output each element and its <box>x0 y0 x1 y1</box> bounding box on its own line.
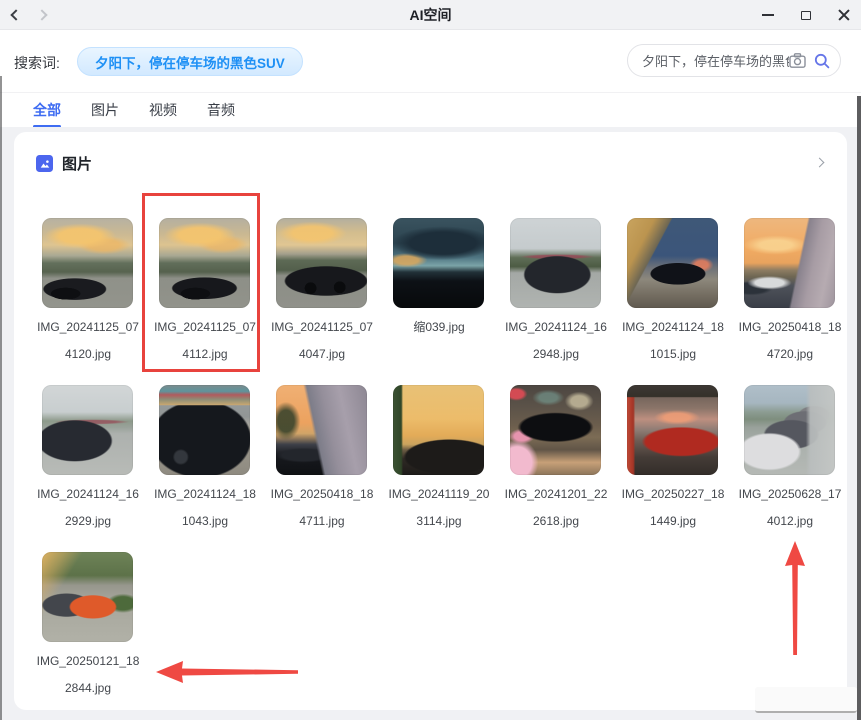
search-term-chip[interactable]: 夕阳下，停在停车场的黑色SUV <box>77 47 303 76</box>
photo-item[interactable]: IMG_20241201_222618.jpg <box>510 385 627 535</box>
section-title: 图片 <box>62 153 92 174</box>
photo-filename: 缩039.jpg <box>386 314 492 341</box>
photo-item[interactable]: IMG_20241124_181015.jpg <box>627 218 744 368</box>
chevron-right-icon[interactable] <box>815 158 825 168</box>
photo-thumbnail[interactable] <box>510 218 601 308</box>
photo-item[interactable]: IMG_20241124_162929.jpg <box>42 385 159 535</box>
photo-item[interactable]: 缩039.jpg <box>393 218 510 368</box>
photo-item[interactable]: IMG_20241125_074120.jpg <box>42 218 159 368</box>
photo-filename: IMG_20241124_162929.jpg <box>35 481 141 535</box>
photo-item[interactable]: IMG_20250418_184711.jpg <box>276 385 393 535</box>
photo-item[interactable]: IMG_20241124_181043.jpg <box>159 385 276 535</box>
photo-thumbnail[interactable] <box>42 385 133 475</box>
photo-thumbnail[interactable] <box>276 385 367 475</box>
magnifier-icon[interactable] <box>814 53 830 69</box>
titlebar: AI空间 <box>0 0 861 30</box>
photo-thumbnail[interactable] <box>510 385 601 475</box>
photo-item-highlighted[interactable]: IMG_20241125_074112.jpg <box>159 218 276 368</box>
photo-filename: IMG_20241125_074120.jpg <box>35 314 141 368</box>
photo-filename: IMG_20241201_222618.jpg <box>503 481 609 535</box>
maximize-button[interactable] <box>799 8 813 22</box>
photo-filename: IMG_20241124_181015.jpg <box>620 314 726 368</box>
window-title: AI空间 <box>0 5 861 25</box>
photo-filename: IMG_20241124_181043.jpg <box>152 481 258 535</box>
photo-item[interactable]: IMG_20250418_184720.jpg <box>744 218 861 368</box>
window-edge-left <box>0 76 2 720</box>
photo-thumbnail[interactable] <box>393 385 484 475</box>
window-edge-right <box>857 96 861 720</box>
tab-videos[interactable]: 视频 <box>149 93 177 128</box>
search-input[interactable] <box>642 53 789 68</box>
photo-filename: IMG_20250628_174012.jpg <box>737 481 843 535</box>
search-row: 搜索词: 夕阳下，停在停车场的黑色SUV <box>0 31 861 92</box>
photo-thumbnail[interactable] <box>627 218 718 308</box>
photo-thumbnail[interactable] <box>744 385 835 475</box>
minimize-icon <box>762 14 774 16</box>
tab-audio[interactable]: 音频 <box>207 93 235 128</box>
photo-item[interactable]: IMG_20250628_174012.jpg <box>744 385 861 535</box>
photo-filename: IMG_20250121_182844.jpg <box>35 648 141 702</box>
photo-thumbnail[interactable] <box>42 218 133 308</box>
photo-item[interactable]: IMG_20250121_182844.jpg <box>42 552 159 702</box>
close-icon <box>838 9 850 21</box>
content-area: 图片 IMG_20241125_074120.jpg IMG_20241125_… <box>0 127 861 720</box>
photo-item[interactable]: IMG_20241125_074047.jpg <box>276 218 393 368</box>
camera-icon[interactable] <box>789 53 806 68</box>
tab-images[interactable]: 图片 <box>91 93 119 128</box>
filter-tabs: 全部 图片 视频 音频 <box>0 92 861 127</box>
photo-grid: IMG_20241125_074120.jpg IMG_20241125_074… <box>42 218 861 702</box>
minimize-button[interactable] <box>761 8 775 22</box>
maximize-icon <box>801 11 811 20</box>
photo-item[interactable]: IMG_20241124_162948.jpg <box>510 218 627 368</box>
photo-filename: IMG_20250418_184720.jpg <box>737 314 843 368</box>
photo-filename: IMG_20241125_074047.jpg <box>269 314 375 368</box>
photo-thumbnail[interactable] <box>276 218 367 308</box>
photo-thumbnail[interactable] <box>42 552 133 642</box>
image-icon <box>36 155 53 172</box>
tab-all[interactable]: 全部 <box>33 93 61 128</box>
photo-thumbnail[interactable] <box>159 218 250 308</box>
photo-filename: IMG_20241119_203114.jpg <box>386 481 492 535</box>
photo-filename: IMG_20241125_074112.jpg <box>152 314 258 368</box>
images-section-card: 图片 IMG_20241125_074120.jpg IMG_20241125_… <box>14 132 847 710</box>
photo-thumbnail[interactable] <box>393 218 484 308</box>
photo-thumbnail[interactable] <box>744 218 835 308</box>
search-box[interactable] <box>627 44 841 77</box>
photo-filename: IMG_20241124_162948.jpg <box>503 314 609 368</box>
close-button[interactable] <box>837 8 851 22</box>
photo-thumbnail[interactable] <box>627 385 718 475</box>
photo-thumbnail[interactable] <box>159 385 250 475</box>
photo-item[interactable]: IMG_20250227_181449.jpg <box>627 385 744 535</box>
photo-filename: IMG_20250418_184711.jpg <box>269 481 375 535</box>
search-term-label: 搜索词: <box>14 53 60 73</box>
photo-item[interactable]: IMG_20241119_203114.jpg <box>393 385 510 535</box>
watermark-patch <box>755 687 857 713</box>
photo-filename: IMG_20250227_181449.jpg <box>620 481 726 535</box>
